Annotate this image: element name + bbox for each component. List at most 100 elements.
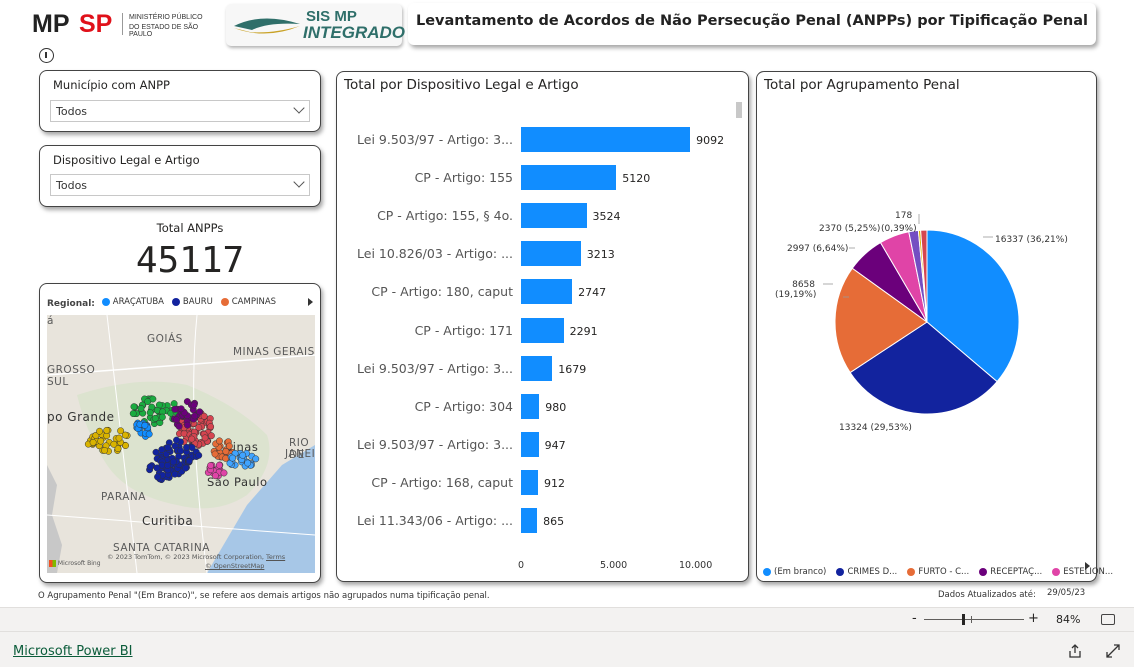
bar[interactable]: [521, 355, 553, 381]
map-point[interactable]: [169, 458, 177, 466]
map-point[interactable]: [191, 412, 199, 420]
map-canvas[interactable]: GOIÁS MINAS GERAIS GROSSO SUL po Grande …: [47, 315, 315, 573]
map-point[interactable]: [101, 446, 108, 454]
dispositivo-slicer: Dispositivo Legal e Artigo Todos: [39, 145, 321, 207]
map-point[interactable]: [190, 401, 198, 409]
pie-legend-item[interactable]: ESTELION...: [1052, 567, 1113, 577]
map-point[interactable]: [144, 398, 152, 406]
map-point[interactable]: [244, 459, 252, 467]
logo-mp-text: MP: [32, 10, 70, 38]
bar[interactable]: [521, 508, 538, 533]
map-point[interactable]: [103, 426, 111, 434]
map-point[interactable]: [175, 422, 183, 430]
map-point[interactable]: [141, 421, 149, 429]
osm-link[interactable]: © OpenStreetMap: [205, 562, 264, 570]
map-point[interactable]: [215, 461, 223, 469]
map-point[interactable]: [115, 434, 123, 442]
map-point[interactable]: [215, 437, 223, 445]
map-point[interactable]: [153, 464, 161, 472]
map-point[interactable]: [252, 455, 260, 463]
pie-data-label: 13324 (29,53%): [839, 423, 912, 433]
info-icon[interactable]: [39, 48, 54, 63]
map-point[interactable]: [146, 409, 154, 417]
map-point[interactable]: [239, 451, 247, 459]
pie-legend-item[interactable]: CRIMES D...: [836, 567, 897, 577]
bar[interactable]: [521, 165, 617, 191]
map-point[interactable]: [180, 430, 188, 438]
bar[interactable]: [521, 203, 587, 229]
map-legend-item[interactable]: ARAÇATUBA: [101, 297, 164, 307]
map-point[interactable]: [177, 405, 185, 413]
share-icon[interactable]: [1068, 644, 1082, 658]
map-point[interactable]: [164, 461, 172, 469]
legend-next-arrow-icon[interactable]: [1085, 562, 1090, 570]
map-point[interactable]: [195, 451, 203, 459]
pie-legend-item[interactable]: FURTO - C...: [907, 567, 969, 577]
map-points[interactable]: [47, 315, 315, 573]
bar[interactable]: [521, 317, 564, 343]
map-point[interactable]: [171, 470, 179, 478]
power-bi-link[interactable]: Microsoft Power BI: [13, 644, 132, 659]
map-legend-item[interactable]: CAMPINAS: [220, 297, 276, 307]
zoom-out-button[interactable]: -: [912, 611, 917, 626]
map-point[interactable]: [173, 436, 180, 444]
map-point[interactable]: [229, 454, 236, 462]
map-point[interactable]: [152, 448, 160, 456]
legend-next-arrow-icon[interactable]: [308, 298, 313, 306]
bar[interactable]: [521, 393, 540, 419]
x-tick-label: 0: [518, 560, 525, 571]
zoom-in-button[interactable]: +: [1028, 611, 1039, 626]
bar-plot: Lei 9.503/97 - Artigo: 3... 9092 CP - Arti…: [337, 72, 750, 583]
map-point[interactable]: [171, 405, 179, 413]
map-point[interactable]: [222, 447, 230, 455]
map-point[interactable]: [207, 423, 215, 431]
map-point[interactable]: [145, 430, 153, 438]
map-point[interactable]: [89, 438, 97, 446]
map-point[interactable]: [146, 463, 154, 471]
municipio-dropdown[interactable]: Todos: [50, 100, 310, 122]
zoom-slider-thumb[interactable]: [962, 614, 965, 625]
map-point[interactable]: [164, 444, 172, 451]
map-point[interactable]: [129, 410, 137, 418]
bar[interactable]: [521, 469, 538, 495]
updated-value: 29/05/23: [1047, 588, 1086, 598]
map-point[interactable]: [110, 440, 118, 448]
bar-value-label: 9092: [696, 134, 725, 147]
map-point[interactable]: [121, 431, 129, 439]
bar[interactable]: [521, 241, 581, 267]
map-point[interactable]: [137, 404, 145, 412]
map-point[interactable]: [212, 472, 219, 480]
map-point[interactable]: [220, 469, 228, 477]
map-point[interactable]: [188, 435, 196, 443]
bar[interactable]: [521, 431, 539, 457]
fit-to-page-icon[interactable]: [1101, 614, 1115, 625]
pie-legend-item[interactable]: (Em branco): [763, 567, 826, 577]
map-point[interactable]: [151, 414, 159, 422]
map-point[interactable]: [182, 464, 189, 472]
map-point[interactable]: [97, 437, 105, 445]
map-point[interactable]: [211, 450, 219, 458]
zoom-bar: - + 84%: [0, 607, 1134, 631]
map-point[interactable]: [130, 403, 138, 411]
map-point[interactable]: [195, 424, 203, 431]
map-point[interactable]: [207, 462, 215, 469]
map-point[interactable]: [183, 443, 190, 451]
fullscreen-icon[interactable]: [1106, 644, 1120, 658]
map-point[interactable]: [201, 434, 209, 442]
map-point[interactable]: [185, 457, 193, 465]
map-point[interactable]: [158, 413, 166, 421]
page-title: Levantamento de Acordos de Não Persecuçã…: [415, 13, 1089, 29]
map-legend-item[interactable]: BAURU: [171, 297, 213, 307]
bar[interactable]: [521, 127, 691, 152]
pie-legend-item[interactable]: RECEPTAÇ...: [979, 567, 1042, 577]
pie-plot[interactable]: [757, 72, 1098, 542]
zoom-slider[interactable]: [924, 614, 1024, 625]
map-point[interactable]: [184, 421, 191, 429]
dispositivo-dropdown[interactable]: Todos: [50, 174, 310, 196]
map-point[interactable]: [96, 427, 104, 435]
map-legend: Regional: ARAÇATUBA BAURU CAMPINAS: [47, 297, 281, 309]
bar[interactable]: [521, 279, 573, 305]
map-point[interactable]: [173, 416, 181, 424]
map-point[interactable]: [154, 473, 161, 481]
terms-link[interactable]: Terms: [266, 553, 285, 561]
